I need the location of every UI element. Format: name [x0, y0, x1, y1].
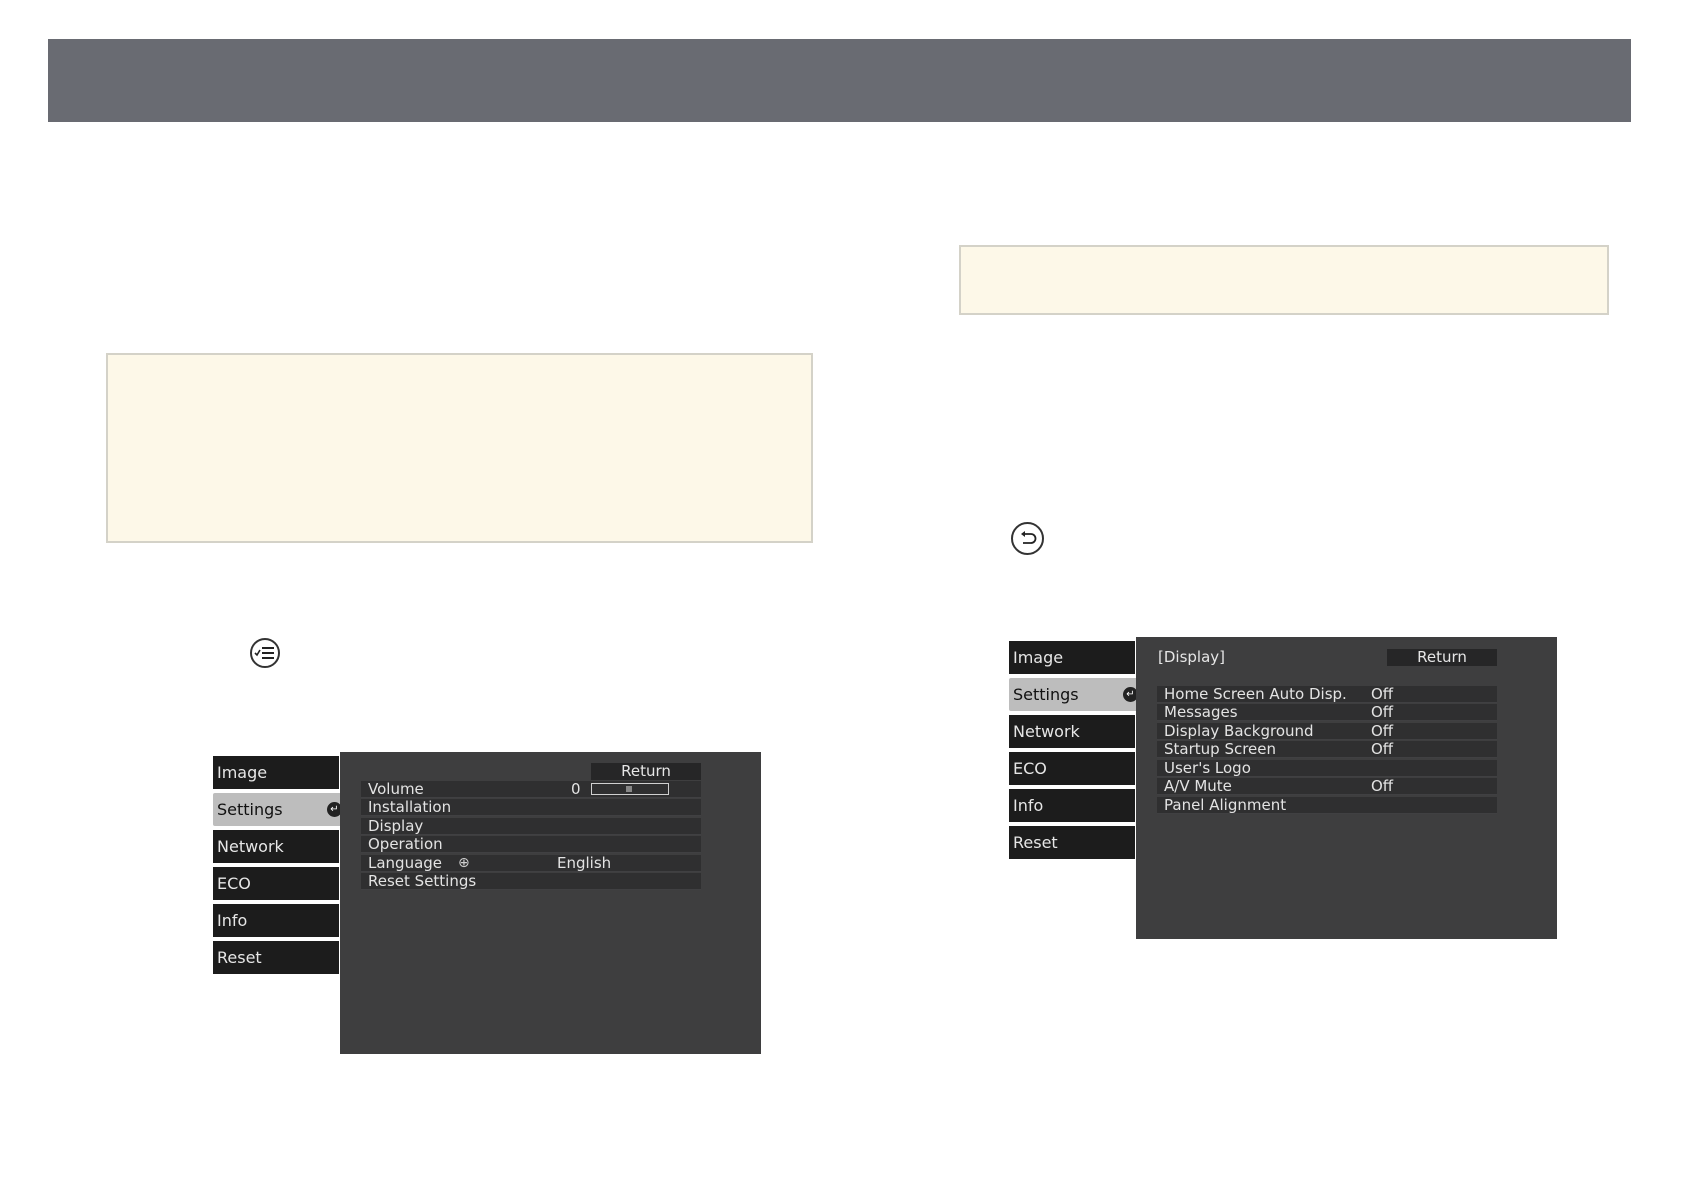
menu-row-av-mute[interactable]: A/V Mute Off [1157, 778, 1497, 795]
menu-row-volume[interactable]: Volume 0 [361, 781, 701, 798]
tab-label: Settings [1013, 685, 1079, 704]
tab-reset[interactable]: Reset [213, 941, 339, 974]
menu-row-installation[interactable]: Installation [361, 799, 701, 816]
section-title: [Display] [1158, 648, 1225, 666]
tab-info[interactable]: Info [1009, 789, 1135, 822]
page-header-bar [48, 39, 1631, 122]
row-value: Off [1371, 722, 1394, 740]
tab-settings[interactable]: Settings ↵ [213, 793, 350, 826]
tab-label: Reset [217, 948, 262, 967]
osd-menu-left: Image Settings ↵ Network ECO Info Reset … [213, 752, 761, 1054]
row-label: Operation [368, 835, 443, 853]
menu-row-operation[interactable]: Operation [361, 836, 701, 853]
menu-row-messages[interactable]: Messages Off [1157, 704, 1497, 721]
row-value: Off [1371, 740, 1394, 758]
tab-network[interactable]: Network [1009, 715, 1135, 748]
row-value: Off [1371, 685, 1394, 703]
tab-label: Network [217, 837, 284, 856]
globe-icon: ⊕ [458, 855, 470, 871]
tab-label: Network [1013, 722, 1080, 741]
row-value: Off [1371, 777, 1394, 795]
tab-label: ECO [217, 874, 251, 893]
menu-row-reset-settings[interactable]: Reset Settings [361, 873, 701, 890]
volume-slider-thumb[interactable] [626, 786, 632, 792]
volume-value: 0 [571, 780, 581, 798]
display-panel: [Display] Return Home Screen Auto Disp. … [1136, 637, 1557, 939]
menu-row-users-logo[interactable]: User's Logo [1157, 760, 1497, 777]
row-label: Home Screen Auto Disp. [1164, 685, 1347, 703]
tab-eco[interactable]: ECO [1009, 752, 1135, 785]
tab-label: Image [1013, 648, 1064, 667]
row-label: Volume [368, 780, 424, 798]
return-button[interactable]: Return [591, 763, 701, 780]
tab-label: Info [1013, 796, 1044, 815]
row-label: A/V Mute [1164, 777, 1232, 795]
tab-network[interactable]: Network [213, 830, 339, 863]
tab-reset[interactable]: Reset [1009, 826, 1135, 859]
row-label: User's Logo [1164, 759, 1251, 777]
return-button[interactable]: Return [1387, 649, 1497, 666]
row-label: Language [368, 854, 443, 872]
menu-row-display[interactable]: Display [361, 818, 701, 835]
menu-list-icon[interactable] [250, 638, 280, 668]
back-arrow-icon[interactable] [1011, 522, 1044, 555]
row-label: Messages [1164, 703, 1238, 721]
note-box-right [959, 245, 1609, 315]
tab-label: Settings [217, 800, 283, 819]
menu-row-home-screen-auto-disp[interactable]: Home Screen Auto Disp. Off [1157, 686, 1497, 703]
tab-label: Image [217, 763, 268, 782]
row-label: Installation [368, 798, 452, 816]
row-label: Display Background [1164, 722, 1314, 740]
row-label: Startup Screen [1164, 740, 1277, 758]
menu-row-startup-screen[interactable]: Startup Screen Off [1157, 741, 1497, 758]
row-label: Panel Alignment [1164, 796, 1287, 814]
osd-menu-right: Image Settings ↵ Network ECO Info Reset … [1009, 637, 1557, 939]
menu-row-display-background[interactable]: Display Background Off [1157, 723, 1497, 740]
row-value: Off [1371, 703, 1394, 721]
settings-panel: Return Volume 0 Installation Display Ope… [340, 752, 761, 1054]
tab-image[interactable]: Image [1009, 641, 1135, 674]
tab-settings[interactable]: Settings ↵ [1009, 678, 1146, 711]
note-box-left [106, 353, 813, 543]
tab-label: Reset [1013, 833, 1058, 852]
tab-image[interactable]: Image [213, 756, 339, 789]
tab-label: ECO [1013, 759, 1047, 778]
row-label: Reset Settings [368, 872, 477, 890]
tab-info[interactable]: Info [213, 904, 339, 937]
language-value: English [557, 854, 612, 872]
tab-label: Info [217, 911, 248, 930]
menu-row-panel-alignment[interactable]: Panel Alignment [1157, 797, 1497, 814]
tab-eco[interactable]: ECO [213, 867, 339, 900]
row-label: Display [368, 817, 424, 835]
menu-row-language[interactable]: Language ⊕ English [361, 855, 701, 872]
volume-slider[interactable] [591, 783, 669, 795]
